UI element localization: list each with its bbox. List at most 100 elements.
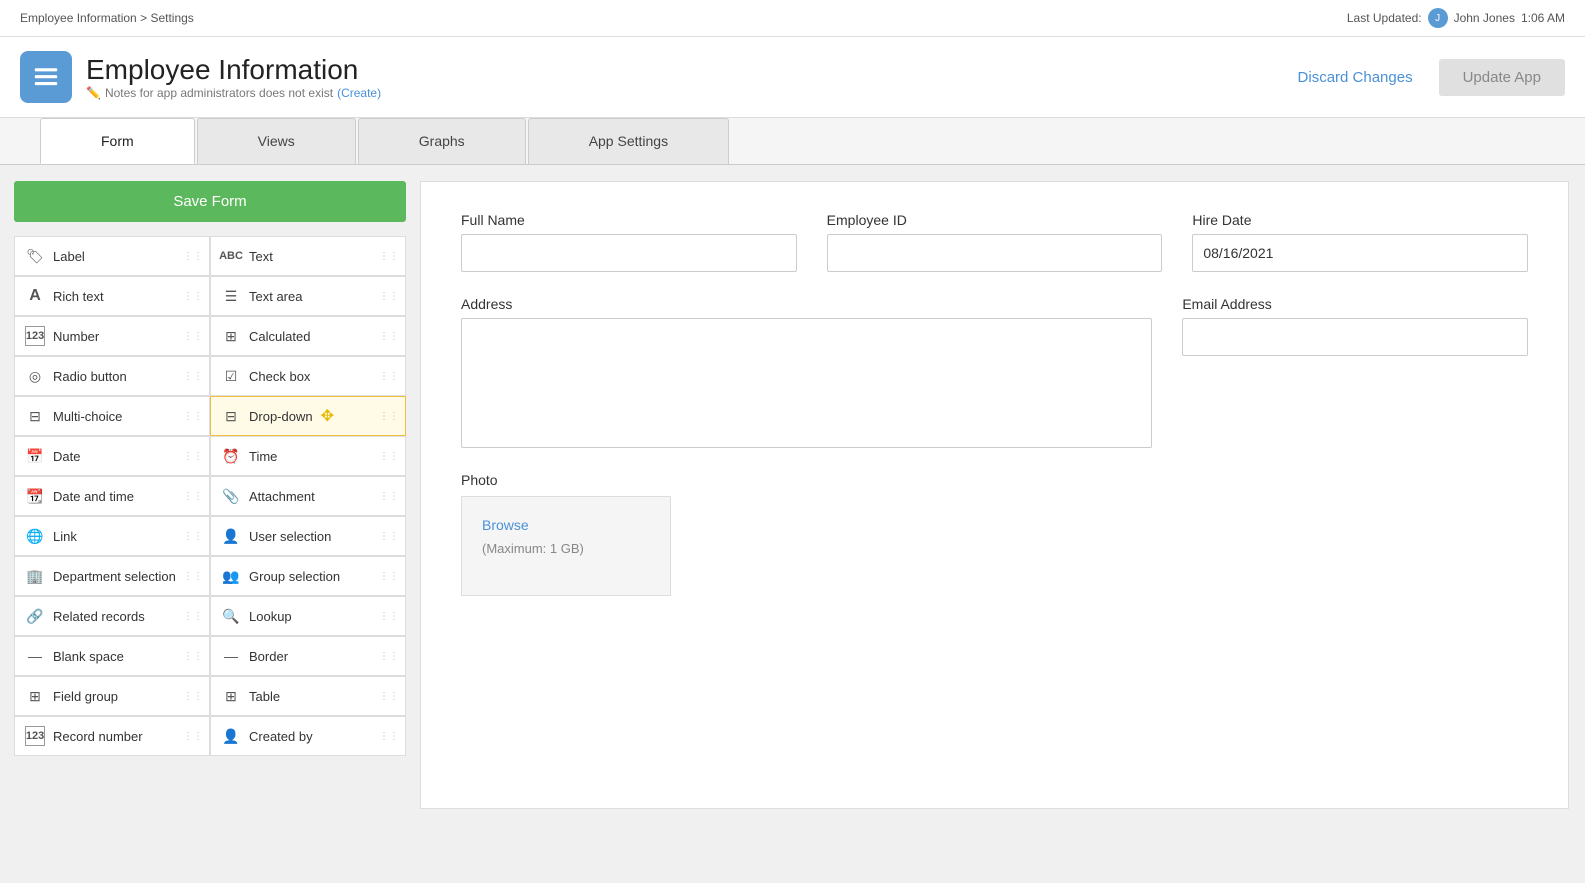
- blank-icon: —: [25, 646, 45, 666]
- email-label: Email Address: [1182, 296, 1528, 312]
- field-item-recordnum[interactable]: 123 Record number ⋮⋮: [14, 716, 210, 756]
- rich-text-icon: A: [25, 286, 45, 306]
- drag-handle-number: ⋮⋮: [183, 331, 203, 342]
- field-item-rich-text[interactable]: A Rich text ⋮⋮: [14, 276, 210, 316]
- drag-handle-radio: ⋮⋮: [183, 371, 203, 382]
- field-user: User selection: [249, 529, 331, 544]
- field-item-border[interactable]: — Border ⋮⋮: [210, 636, 406, 676]
- number-icon: 123: [25, 326, 45, 346]
- field-datetime: Date and time: [53, 489, 134, 504]
- field-text-text: Text: [249, 249, 273, 264]
- tab-graphs[interactable]: Graphs: [358, 118, 526, 164]
- last-updated-time: 1:06 AM: [1521, 11, 1565, 25]
- field-item-dept[interactable]: 🏢 Department selection ⋮⋮: [14, 556, 210, 596]
- drag-handle-border: ⋮⋮: [379, 651, 399, 662]
- field-item-group[interactable]: 👥 Group selection ⋮⋮: [210, 556, 406, 596]
- calculated-icon: ⊞: [221, 326, 241, 346]
- field-calculated: Calculated: [249, 329, 310, 344]
- recordnum-icon: 123: [25, 726, 45, 746]
- field-item-related[interactable]: 🔗 Related records ⋮⋮: [14, 596, 210, 636]
- drag-handle-datetime: ⋮⋮: [183, 491, 203, 502]
- field-item-text-area[interactable]: ☰ Text area ⋮⋮: [210, 276, 406, 316]
- field-item-lookup[interactable]: 🔍 Lookup ⋮⋮: [210, 596, 406, 636]
- address-input[interactable]: [461, 318, 1152, 448]
- attachment-icon: 📎: [221, 486, 241, 506]
- last-updated-label: Last Updated:: [1347, 11, 1422, 25]
- discard-changes-button[interactable]: Discard Changes: [1284, 61, 1427, 94]
- last-updated-user: John Jones: [1454, 11, 1515, 25]
- field-multi: Multi-choice: [53, 409, 122, 424]
- field-item-createdby[interactable]: 👤 Created by ⋮⋮: [210, 716, 406, 756]
- field-item-blank[interactable]: — Blank space ⋮⋮: [14, 636, 210, 676]
- create-link[interactable]: (Create): [337, 86, 381, 100]
- app-header-right: Discard Changes Update App: [1284, 59, 1565, 96]
- photo-label: Photo: [461, 472, 1528, 488]
- field-item-calculated[interactable]: ⊞ Calculated ⋮⋮: [210, 316, 406, 356]
- form-preview: Full Name Employee ID Hire Date 08/16/20…: [420, 181, 1569, 809]
- save-form-button[interactable]: Save Form: [14, 181, 406, 222]
- drag-handle-rich: ⋮⋮: [183, 291, 203, 302]
- field-item-attachment[interactable]: 📎 Attachment ⋮⋮: [210, 476, 406, 516]
- field-item-dropdown[interactable]: ⊟ Drop-down ✥ ⋮⋮: [210, 396, 406, 436]
- email-input[interactable]: [1182, 318, 1528, 356]
- border-icon: —: [221, 646, 241, 666]
- app-icon-svg: [31, 62, 61, 92]
- field-item-user[interactable]: 👤 User selection ⋮⋮: [210, 516, 406, 556]
- photo-upload-box[interactable]: Browse (Maximum: 1 GB): [461, 496, 671, 596]
- field-item-checkbox[interactable]: ☑ Check box ⋮⋮: [210, 356, 406, 396]
- browse-link[interactable]: Browse: [482, 517, 650, 533]
- fullname-input[interactable]: [461, 234, 797, 272]
- hiredate-label: Hire Date: [1192, 212, 1528, 228]
- hiredate-value[interactable]: 08/16/2021: [1192, 234, 1528, 272]
- breadcrumb-app[interactable]: Employee Information: [20, 11, 137, 25]
- update-app-button[interactable]: Update App: [1439, 59, 1565, 96]
- employeeid-input[interactable]: [827, 234, 1163, 272]
- drag-handle-recordnum: ⋮⋮: [183, 731, 203, 742]
- field-item-fieldgroup[interactable]: ⊞ Field group ⋮⋮: [14, 676, 210, 716]
- field-item-number[interactable]: 123 Number ⋮⋮: [14, 316, 210, 356]
- drag-handle-date: ⋮⋮: [183, 451, 203, 462]
- form-field-email: Email Address: [1182, 296, 1528, 448]
- drag-handle-dropdown: ⋮⋮: [379, 411, 399, 422]
- drag-handle-lookup: ⋮⋮: [379, 611, 399, 622]
- group-icon: 👥: [221, 566, 241, 586]
- drag-handle-calc: ⋮⋮: [379, 331, 399, 342]
- field-rich-text: Rich text: [53, 289, 104, 304]
- field-item-time[interactable]: ⏰ Time ⋮⋮: [210, 436, 406, 476]
- field-item-link[interactable]: 🌐 Link ⋮⋮: [14, 516, 210, 556]
- form-field-hiredate: Hire Date 08/16/2021: [1192, 212, 1528, 272]
- fields-grid: 🏷 Label ⋮⋮ ABC Text ⋮⋮ A Rich text ⋮⋮ ☰ …: [14, 236, 406, 756]
- field-item-multi[interactable]: ⊟ Multi-choice ⋮⋮: [14, 396, 210, 436]
- field-group: Group selection: [249, 569, 340, 584]
- field-item-table[interactable]: ⊞ Table ⋮⋮: [210, 676, 406, 716]
- drag-handle-multi: ⋮⋮: [183, 411, 203, 422]
- breadcrumb-current[interactable]: Settings: [150, 11, 193, 25]
- field-item-date[interactable]: 📅 Date ⋮⋮: [14, 436, 210, 476]
- field-item-text[interactable]: ABC Text ⋮⋮: [210, 236, 406, 276]
- form-row-1: Full Name Employee ID Hire Date 08/16/20…: [461, 212, 1528, 272]
- app-header: Employee Information ✏️ Notes for app ad…: [0, 37, 1585, 118]
- label-icon: 🏷: [25, 246, 45, 266]
- app-title-area: Employee Information ✏️ Notes for app ad…: [86, 54, 381, 100]
- form-field-address: Address: [461, 296, 1152, 448]
- text-area-icon: ☰: [221, 286, 241, 306]
- field-dropdown: Drop-down: [249, 409, 313, 424]
- link-icon: 🌐: [25, 526, 45, 546]
- lookup-icon: 🔍: [221, 606, 241, 626]
- notes-line: ✏️ Notes for app administrators does not…: [86, 86, 381, 100]
- employeeid-label: Employee ID: [827, 212, 1163, 228]
- field-item-datetime[interactable]: 📆 Date and time ⋮⋮: [14, 476, 210, 516]
- field-item-radio[interactable]: ◎ Radio button ⋮⋮: [14, 356, 210, 396]
- breadcrumb: Employee Information > Settings: [20, 11, 194, 25]
- tab-views[interactable]: Views: [197, 118, 356, 164]
- top-bar: Employee Information > Settings Last Upd…: [0, 0, 1585, 37]
- photo-section: Photo Browse (Maximum: 1 GB): [461, 472, 1528, 596]
- tab-app-settings[interactable]: App Settings: [528, 118, 729, 164]
- form-row-2: Address Email Address: [461, 296, 1528, 448]
- drag-handle-blank: ⋮⋮: [183, 651, 203, 662]
- text-icon: ABC: [221, 246, 241, 266]
- drag-handle-time: ⋮⋮: [379, 451, 399, 462]
- field-item-label[interactable]: 🏷 Label ⋮⋮: [14, 236, 210, 276]
- tab-form[interactable]: Form: [40, 118, 195, 164]
- field-recordnum: Record number: [53, 729, 143, 744]
